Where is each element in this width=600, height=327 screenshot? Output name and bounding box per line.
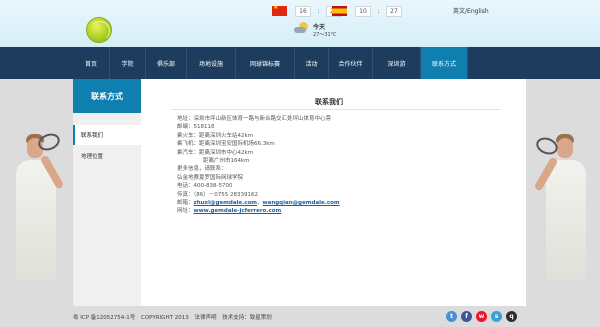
sidebar-item-contact-us[interactable]: 联系我们 bbox=[73, 125, 141, 145]
nav-item-academy[interactable]: 学院 bbox=[110, 47, 146, 79]
website-line: 网址：www.gemdale-jcferrero.com bbox=[177, 207, 507, 215]
bus-line: 乘汽车：距离深圳市中心42km bbox=[177, 149, 254, 156]
title-divider bbox=[171, 109, 501, 110]
site-logo[interactable] bbox=[60, 4, 132, 44]
nav-item-club[interactable]: 俱乐部 bbox=[146, 47, 187, 79]
nav-item-contact[interactable]: 联系方式 bbox=[421, 47, 468, 79]
train-line: 乘火车：距离深圳火车站42km bbox=[177, 132, 254, 139]
spain-flag-icon bbox=[332, 6, 347, 16]
qq-icon[interactable]: q bbox=[506, 311, 517, 322]
sidebar-heading: 联系方式 bbox=[73, 79, 141, 113]
language-switch[interactable]: 英文/English bbox=[453, 6, 489, 15]
sidebar: 联系我们 地理位置 bbox=[73, 113, 141, 306]
icp-number: 粤 ICP 备12052754-1号 bbox=[73, 315, 136, 321]
email-link-1[interactable]: zhuxl@gemdale.com bbox=[194, 200, 258, 206]
nav-item-partners[interactable]: 合作伙伴 bbox=[329, 47, 373, 79]
player-right-image bbox=[533, 128, 588, 282]
legal-link[interactable]: 法律声明 bbox=[194, 315, 216, 321]
main-nav: 首页 学院 俱乐部 场地设施 网球锦标赛 活动 合作伙伴 深圳游 联系方式 bbox=[0, 47, 600, 79]
guangzhou-distance-line: 距离广州市164km bbox=[203, 158, 250, 165]
page-title: 联系我们 bbox=[315, 98, 343, 106]
website-label: 网址： bbox=[177, 208, 194, 215]
clock-separator: : bbox=[317, 7, 320, 15]
contact-info: 地址：深圳市坪山新区体育一路与新合路交汇处坪山体育中心旁 邮编：518118 乘… bbox=[177, 115, 507, 216]
copyright-text: COPYRIGHT 2013 bbox=[141, 315, 189, 321]
email-label: 邮箱： bbox=[177, 200, 194, 207]
address-line: 地址：深圳市坪山新区体育一路与新合路交汇处坪山体育中心旁 bbox=[177, 116, 332, 122]
weibo-icon[interactable]: w bbox=[476, 311, 487, 322]
china-flag-icon bbox=[272, 4, 287, 16]
china-hour: 16 bbox=[295, 5, 311, 17]
spain-hour: 10 bbox=[355, 5, 371, 17]
email-link-2[interactable]: wangqian@gemdale.com bbox=[263, 200, 340, 206]
nav-item-events[interactable]: 活动 bbox=[295, 47, 329, 79]
email-line: 邮箱：zhuxl@gemdale.com，wangqian@gemdale.co… bbox=[177, 199, 507, 207]
weather-today-label: 今天 bbox=[313, 24, 326, 31]
facebook-icon[interactable]: f bbox=[461, 311, 472, 322]
weather-temperature: 27～31℃ bbox=[313, 32, 337, 38]
plane-line: 乘飞机：距离深圳宝安国际机场66.3km bbox=[177, 141, 275, 148]
website-link[interactable]: www.gemdale-jcferrero.com bbox=[194, 208, 282, 214]
sidebar-item-location[interactable]: 地理位置 bbox=[73, 146, 141, 166]
player-left-image bbox=[12, 128, 65, 282]
nav-item-facilities[interactable]: 场地设施 bbox=[187, 47, 236, 79]
nav-item-home[interactable]: 首页 bbox=[73, 47, 110, 79]
nav-item-tournament[interactable]: 网球锦标赛 bbox=[236, 47, 295, 79]
nav-item-shenzhen-tour[interactable]: 深圳游 bbox=[373, 47, 421, 79]
site-footer: 粤 ICP 备12052754-1号 COPYRIGHT 2013 法律声明 技… bbox=[0, 306, 600, 327]
site-header: 16 : 26 10 : 27 今天 27～31℃ 英文/English bbox=[0, 0, 600, 47]
academy-name-line: 弘金地赛夏罗国际网球学院 bbox=[177, 174, 244, 181]
tech-support[interactable]: 技术支持：致星策划 bbox=[222, 315, 272, 321]
clock-separator: : bbox=[377, 7, 380, 15]
twitter-icon[interactable]: t bbox=[446, 311, 457, 322]
tennis-ball-icon bbox=[86, 17, 112, 43]
spain-clock: 10 : 27 bbox=[332, 5, 402, 17]
spain-minute: 27 bbox=[386, 5, 402, 17]
share-icon[interactable]: s bbox=[491, 311, 502, 322]
phone-line: 电话：400-838-5700 bbox=[177, 183, 233, 190]
postcode-line: 邮编：518118 bbox=[177, 124, 215, 131]
fax-line: 传真：（86）－0755 28339162 bbox=[177, 191, 258, 198]
main-content: 联系方式 联系我们 地理位置 联系我们 地址：深圳市坪山新区体育一路与新合路交汇… bbox=[73, 79, 526, 306]
partly-cloudy-icon bbox=[294, 22, 308, 34]
more-info-line: 更多信息，请联系： bbox=[177, 166, 227, 173]
